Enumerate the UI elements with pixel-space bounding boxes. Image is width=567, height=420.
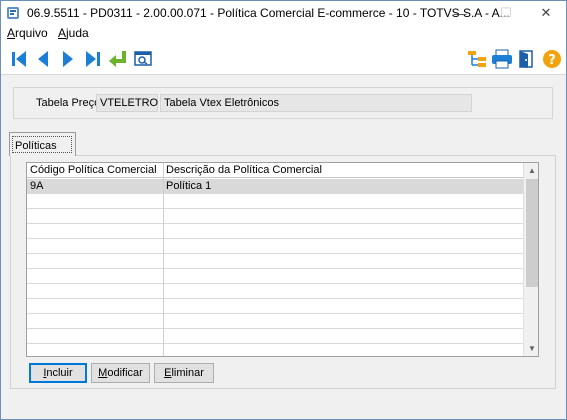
svg-text:?: ? xyxy=(548,53,556,68)
header-panel: Tabela Preço: VTELETRO Tabela Vtex Eletr… xyxy=(13,87,553,119)
print-icon xyxy=(492,49,512,69)
maximize-button[interactable]: ☐ xyxy=(487,1,525,25)
empty-row xyxy=(27,224,523,239)
cell-description: Política 1 xyxy=(166,180,212,192)
search-button[interactable] xyxy=(131,47,155,71)
table-row[interactable]: 9A Política 1 xyxy=(27,179,523,194)
empty-row xyxy=(27,209,523,224)
tab-politicas[interactable]: Políticas xyxy=(9,132,76,156)
incluir-button[interactable]: Incluir xyxy=(29,363,87,383)
exit-icon xyxy=(519,50,533,68)
app-icon xyxy=(7,7,19,19)
empty-row xyxy=(27,254,523,269)
first-record-button[interactable] xyxy=(7,47,31,71)
empty-row xyxy=(27,329,523,344)
cell-code: 9A xyxy=(30,180,44,192)
go-to-button[interactable] xyxy=(106,47,130,71)
previous-record-button[interactable] xyxy=(31,47,55,71)
help-icon: ? xyxy=(543,50,561,68)
price-table-description-field: Tabela Vtex Eletrônicos xyxy=(160,94,472,112)
title-bar: 06.9.5511 - PD0311 - 2.00.00.071 - Polít… xyxy=(1,1,566,25)
policies-grid[interactable]: Código Política Comercial Descrição da P… xyxy=(26,162,539,357)
modificar-button[interactable]: Modificar xyxy=(91,363,150,383)
status-bar xyxy=(1,399,566,419)
menu-bar: Arquivo Ajuda xyxy=(1,25,566,43)
empty-row xyxy=(27,284,523,299)
close-button[interactable]: ✕ xyxy=(527,1,565,25)
tree-button[interactable] xyxy=(465,47,489,71)
minimize-button[interactable]: — xyxy=(441,1,479,25)
menu-ajuda[interactable]: Ajuda xyxy=(58,26,89,40)
minimize-icon: — xyxy=(453,5,467,21)
empty-row xyxy=(27,299,523,314)
scroll-up-icon[interactable]: ▲ xyxy=(524,163,538,178)
empty-row xyxy=(27,269,523,284)
column-header-code[interactable]: Código Política Comercial xyxy=(30,164,157,176)
last-record-icon xyxy=(86,51,100,67)
price-table-code-field: VTELETRO xyxy=(96,94,158,112)
vertical-scrollbar[interactable]: ▲ ▼ xyxy=(523,163,538,356)
scroll-thumb[interactable] xyxy=(526,179,538,287)
menu-arquivo[interactable]: Arquivo xyxy=(7,26,48,40)
grid-header: Código Política Comercial Descrição da P… xyxy=(27,163,523,178)
empty-row xyxy=(27,194,523,209)
go-to-icon xyxy=(109,51,126,67)
window-title: 06.9.5511 - PD0311 - 2.00.00.071 - Polít… xyxy=(27,6,510,20)
column-header-description[interactable]: Descrição da Política Comercial xyxy=(166,164,322,176)
last-record-button[interactable] xyxy=(81,47,105,71)
print-button[interactable] xyxy=(490,47,514,71)
previous-record-icon xyxy=(38,51,48,67)
next-record-icon xyxy=(63,51,73,67)
scroll-down-icon[interactable]: ▼ xyxy=(524,341,538,356)
eliminar-button[interactable]: Eliminar xyxy=(154,363,214,383)
maximize-icon: ☐ xyxy=(500,5,512,20)
first-record-icon xyxy=(12,51,26,67)
exit-button[interactable] xyxy=(515,47,539,71)
search-icon xyxy=(134,51,152,66)
tree-icon xyxy=(468,51,486,67)
app-window: 06.9.5511 - PD0311 - 2.00.00.071 - Polít… xyxy=(0,0,567,420)
toolbar: ? xyxy=(1,43,566,75)
help-button[interactable]: ? xyxy=(540,47,564,71)
close-icon: ✕ xyxy=(540,5,552,20)
tab-politicas-label: Políticas xyxy=(15,140,57,152)
empty-row xyxy=(27,314,523,329)
empty-row xyxy=(27,239,523,254)
price-table-label: Tabela Preço: xyxy=(36,97,104,109)
column-divider xyxy=(163,163,164,356)
next-record-button[interactable] xyxy=(56,47,80,71)
